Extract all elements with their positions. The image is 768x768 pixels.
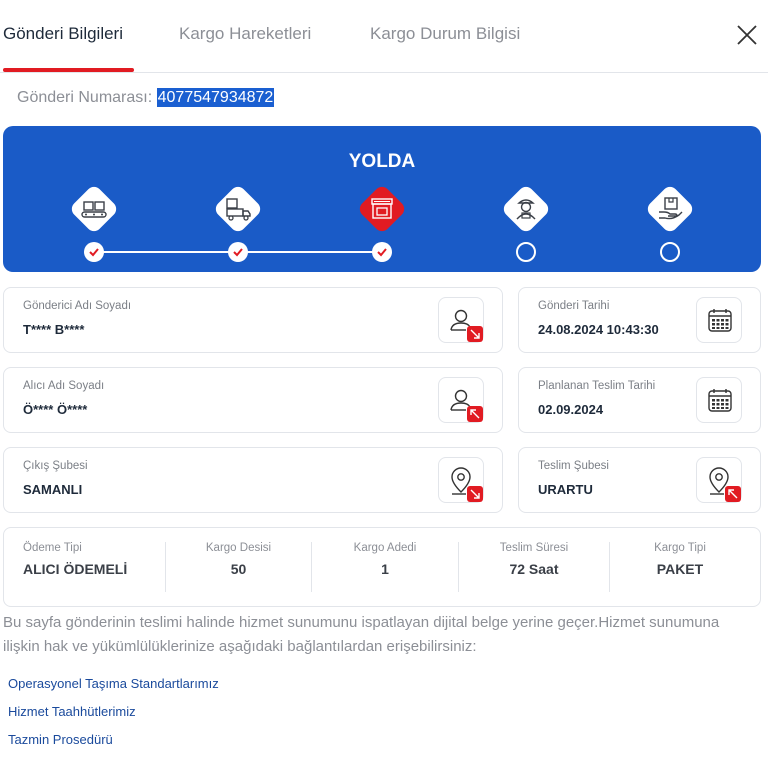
receiver-value: Ö**** Ö**** bbox=[23, 402, 88, 417]
sender-card: Gönderici Adı Soyadı T**** B**** bbox=[3, 287, 503, 353]
summary-value: ALICI ÖDEMELİ bbox=[23, 561, 128, 577]
send-date-label: Gönderi Tarihi bbox=[538, 300, 610, 312]
receiver-label: Alıcı Adı Soyadı bbox=[23, 380, 105, 392]
tab-cargo-movements[interactable]: Kargo Hareketleri bbox=[179, 24, 311, 44]
location-outgoing-icon bbox=[451, 467, 483, 502]
summary-cargo-count: Kargo Adedi 1 bbox=[312, 528, 458, 608]
planned-date-label: Planlanan Teslim Tarihi bbox=[538, 380, 656, 392]
delivery-branch-label: Teslim Şubesi bbox=[538, 460, 609, 472]
delivery-branch-card: Teslim Şubesi URARTU bbox=[518, 447, 761, 513]
step-pending-5 bbox=[660, 242, 680, 262]
location-incoming-icon bbox=[709, 467, 741, 502]
summary-delivery-time: Teslim Süresi 72 Saat bbox=[459, 528, 609, 608]
summary-value: 50 bbox=[230, 561, 247, 577]
calendar-icon bbox=[708, 309, 732, 332]
summary-payment-type: Ödeme Tipi ALICI ÖDEMELİ bbox=[23, 528, 173, 608]
tracking-number-label: Gönderi Numarası: bbox=[17, 89, 153, 106]
user-incoming-icon bbox=[450, 389, 483, 422]
sender-button[interactable] bbox=[438, 297, 484, 343]
receiver-button[interactable] bbox=[438, 377, 484, 423]
step-check-2 bbox=[228, 242, 248, 262]
planned-date-card: Planlanan Teslim Tarihi 02.09.2024 bbox=[518, 367, 761, 433]
origin-branch-card: Çıkış Şubesi SAMANLI bbox=[3, 447, 503, 513]
tab-shipment-info[interactable]: Gönderi Bilgileri bbox=[3, 24, 123, 44]
user-outgoing-icon bbox=[450, 309, 483, 342]
tracking-number-value[interactable]: 4077547934872 bbox=[156, 88, 275, 107]
planned-date-button[interactable] bbox=[696, 377, 742, 423]
summary-label: Ödeme Tipi bbox=[23, 542, 82, 554]
receiver-card: Alıcı Adı Soyadı Ö**** Ö**** bbox=[3, 367, 503, 433]
delivery-truck-icon bbox=[210, 181, 266, 237]
status-banner: YOLDA bbox=[3, 126, 761, 272]
sender-value: T**** B**** bbox=[23, 322, 85, 337]
send-date-card: Gönderi Tarihi 24.08.2024 10:43:30 bbox=[518, 287, 761, 353]
conveyor-boxes-icon bbox=[66, 181, 122, 237]
legal-note: Bu sayfa gönderinin teslimi halinde hizm… bbox=[3, 614, 720, 655]
close-icon bbox=[737, 25, 757, 45]
step-check-3 bbox=[372, 242, 392, 262]
summary-label: Kargo Desisi bbox=[205, 542, 272, 554]
tab-cargo-status[interactable]: Kargo Durum Bilgisi bbox=[370, 24, 520, 44]
sender-label: Gönderici Adı Soyadı bbox=[23, 300, 132, 312]
summary-cargo-desi: Kargo Desisi 50 bbox=[166, 528, 311, 608]
status-title: YOLDA bbox=[348, 151, 416, 172]
link-operational-standards[interactable]: Operasyonel Taşıma Standartlarımız bbox=[8, 676, 219, 691]
courier-person-icon bbox=[498, 181, 554, 237]
origin-branch-button[interactable] bbox=[438, 457, 484, 503]
summary-value: 1 bbox=[381, 561, 389, 577]
hand-package-icon bbox=[642, 181, 698, 237]
link-compensation-procedure[interactable]: Tazmin Prosedürü bbox=[8, 732, 113, 747]
close-button[interactable] bbox=[734, 22, 760, 48]
summary-value: 72 Saat bbox=[509, 561, 559, 577]
origin-branch-label: Çıkış Şubesi bbox=[23, 460, 88, 472]
send-date-button[interactable] bbox=[696, 297, 742, 343]
store-branch-icon bbox=[354, 181, 410, 237]
summary-cargo-type: Kargo Tipi PAKET bbox=[610, 528, 760, 608]
tab-bar: Gönderi Bilgileri Kargo Hareketleri Karg… bbox=[0, 0, 768, 73]
origin-branch-value: SAMANLI bbox=[23, 482, 83, 497]
delivery-branch-value: URARTU bbox=[538, 482, 593, 497]
step-pending-4 bbox=[516, 242, 536, 262]
shipment-summary: Ödeme Tipi ALICI ÖDEMELİ Kargo Desisi 50… bbox=[3, 527, 761, 607]
summary-value: PAKET bbox=[656, 561, 704, 577]
summary-label: Teslim Süresi bbox=[499, 542, 569, 554]
summary-label: Kargo Tipi bbox=[654, 542, 706, 554]
step-check-1 bbox=[84, 242, 104, 262]
calendar-icon bbox=[708, 389, 732, 412]
summary-label: Kargo Adedi bbox=[353, 542, 417, 554]
tracking-number-row: Gönderi Numarası: 4077547934872 bbox=[17, 88, 275, 107]
active-tab-indicator bbox=[3, 68, 134, 72]
delivery-branch-button[interactable] bbox=[696, 457, 742, 503]
planned-date-value: 02.09.2024 bbox=[538, 402, 604, 417]
link-service-commitments[interactable]: Hizmet Taahhütlerimiz bbox=[8, 704, 136, 719]
send-date-value: 24.08.2024 10:43:30 bbox=[538, 322, 659, 337]
